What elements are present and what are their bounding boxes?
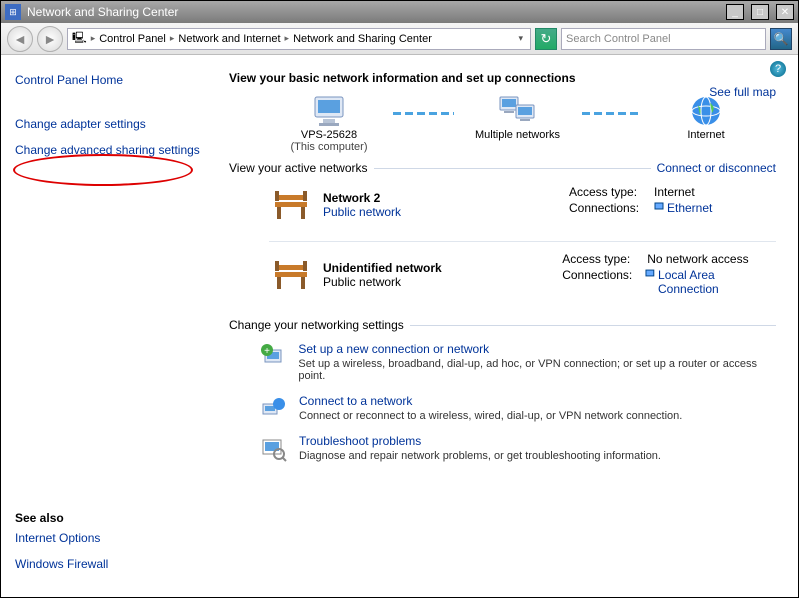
search-button[interactable]: 🔍 <box>770 28 792 50</box>
net2-name: Unidentified network <box>323 261 442 275</box>
back-button[interactable]: ◄ <box>7 26 33 52</box>
net1-access-label: Access type: <box>569 185 654 199</box>
node-computer: VPS-25628 (This computer) <box>269 93 389 153</box>
connection-line <box>393 112 454 115</box>
node-internet: Internet <box>646 93 766 153</box>
window: ⊞ Network and Sharing Center _ □ ✕ ◄ ► 🖳… <box>0 0 799 598</box>
navbar: ◄ ► 🖳 ▸ Control Panel ▸ Network and Inte… <box>1 23 798 55</box>
minimize-button[interactable]: _ <box>726 4 744 20</box>
see-also-internet-options[interactable]: Internet Options <box>15 531 108 545</box>
chevron-right-icon: ▸ <box>91 33 96 44</box>
net2-access-label: Access type: <box>562 252 647 266</box>
net1-conn-label: Connections: <box>569 201 654 215</box>
net2-conn-link[interactable]: Local Area Connection <box>658 268 776 296</box>
see-also-heading: See also <box>15 511 108 525</box>
net1-name: Network 2 <box>323 191 401 205</box>
close-button[interactable]: ✕ <box>776 4 794 20</box>
net1-access-value: Internet <box>654 185 695 199</box>
page-heading: View your basic network information and … <box>229 71 776 85</box>
search-input[interactable]: Search Control Panel <box>561 28 766 50</box>
maximize-button[interactable]: □ <box>751 4 769 20</box>
body: Control Panel Home Change adapter settin… <box>1 55 798 597</box>
s3-desc: Diagnose and repair network problems, or… <box>299 450 661 462</box>
setting-row-1[interactable]: + Set up a new connection or network Set … <box>229 336 776 388</box>
full-map-link[interactable]: See full map <box>709 85 776 99</box>
see-also: See also Internet Options Windows Firewa… <box>15 511 108 583</box>
breadcrumb-icon: 🖳 <box>72 29 87 48</box>
node-pc-label: VPS-25628 <box>301 129 357 141</box>
sidebar-home-link[interactable]: Control Panel Home <box>15 73 207 87</box>
forward-button[interactable]: ► <box>37 26 63 52</box>
chevron-right-icon: ▸ <box>170 33 175 44</box>
s1-desc: Set up a wireless, broadband, dial-up, a… <box>298 358 776 382</box>
network-icon <box>496 93 540 129</box>
active-networks-header: View your active networks Connect or dis… <box>229 161 776 175</box>
setting-row-3[interactable]: Troubleshoot problems Diagnose and repair… <box>229 428 776 468</box>
annotation-circle <box>13 154 193 186</box>
help-icon[interactable]: ? <box>770 61 786 77</box>
net2-type: Public network <box>323 275 401 289</box>
node-internet-label: Internet <box>687 129 724 141</box>
bench-icon <box>269 255 313 295</box>
window-title: Network and Sharing Center <box>27 5 719 19</box>
connect-network-icon <box>259 394 287 422</box>
address-bar[interactable]: 🖳 ▸ Control Panel ▸ Network and Internet… <box>67 28 531 50</box>
port-icon <box>654 201 664 211</box>
net1-type-link[interactable]: Public network <box>323 205 401 219</box>
app-icon: ⊞ <box>5 4 21 20</box>
net1-conn-link[interactable]: Ethernet <box>667 201 712 215</box>
chevron-down-icon[interactable]: ▾ <box>515 33 526 44</box>
new-connection-icon: + <box>259 342 286 370</box>
troubleshoot-icon <box>259 434 287 462</box>
titlebar: ⊞ Network and Sharing Center _ □ ✕ <box>1 1 798 23</box>
chevron-right-icon: ▸ <box>285 33 290 44</box>
connect-disconnect-link[interactable]: Connect or disconnect <box>657 161 776 175</box>
net2-conn-label: Connections: <box>562 268 645 296</box>
node-multi-label: Multiple networks <box>475 129 560 141</box>
main-panel: ? View your basic network information an… <box>221 55 798 597</box>
s2-desc: Connect or reconnect to a wireless, wire… <box>299 410 682 422</box>
change-settings-label: Change your networking settings <box>229 318 404 332</box>
active-networks-label: View your active networks <box>229 161 368 175</box>
breadcrumb-leaf[interactable]: Network and Sharing Center <box>293 33 432 45</box>
net2-access-value: No network access <box>647 252 748 266</box>
node-multi: Multiple networks <box>458 93 578 153</box>
network-card-2: Unidentified network Public network Acce… <box>229 246 776 310</box>
breadcrumb-root[interactable]: Control Panel <box>99 33 166 45</box>
computer-icon <box>309 93 349 129</box>
s3-title[interactable]: Troubleshoot problems <box>299 434 661 448</box>
change-settings-header: Change your networking settings <box>229 318 776 332</box>
node-pc-sub: (This computer) <box>290 141 367 153</box>
network-map: VPS-25628 (This computer) Multiple netwo… <box>269 93 766 153</box>
bench-icon <box>269 185 313 225</box>
refresh-button[interactable]: ↻ <box>535 28 557 50</box>
svg-text:+: + <box>264 346 270 357</box>
s2-title[interactable]: Connect to a network <box>299 394 682 408</box>
setting-row-2[interactable]: Connect to a network Connect or reconnect… <box>229 388 776 428</box>
breadcrumb-mid[interactable]: Network and Internet <box>178 33 280 45</box>
see-also-firewall[interactable]: Windows Firewall <box>15 557 108 571</box>
divider <box>269 241 776 242</box>
sidebar-adapter-link[interactable]: Change adapter settings <box>15 117 207 131</box>
port-icon <box>645 268 655 278</box>
s1-title[interactable]: Set up a new connection or network <box>298 342 776 356</box>
network-card-1: Network 2 Public network Access type:Int… <box>229 179 776 237</box>
connection-line <box>582 112 643 115</box>
